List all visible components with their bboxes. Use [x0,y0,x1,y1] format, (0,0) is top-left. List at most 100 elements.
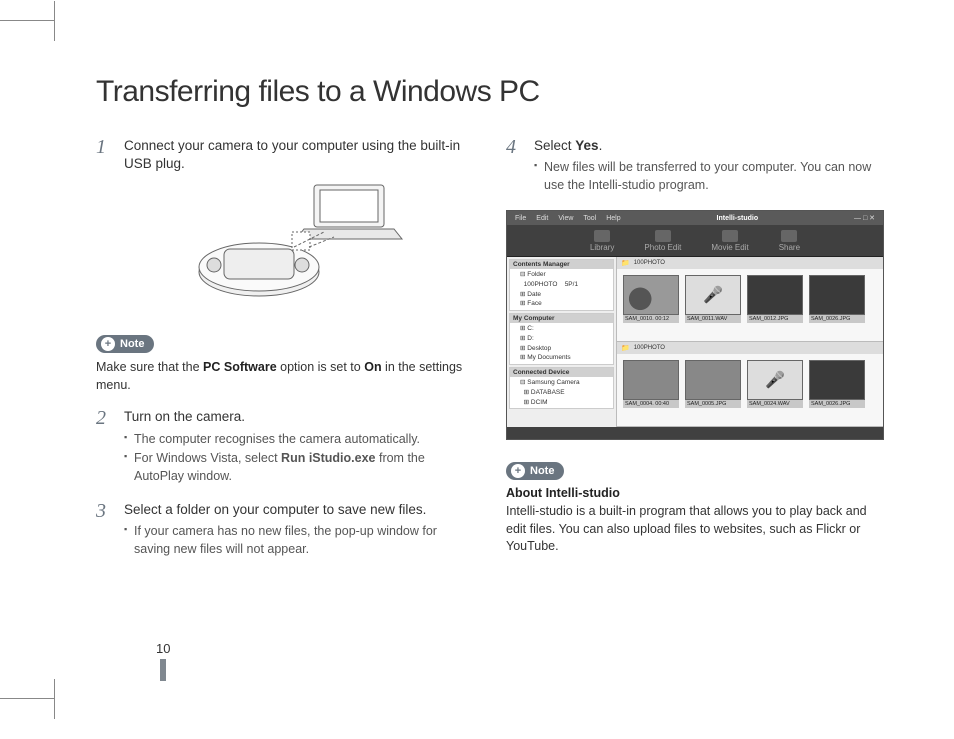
crop-mark-top-left [0,20,55,42]
step-1-text: Connect your camera to your computer usi… [124,137,474,173]
t: My Documents [527,354,570,361]
t: SAM_0005.JPG [685,400,741,408]
t: ⊞ C: ⊞ D: ⊞ Desktop ⊞ My Documents [510,323,613,364]
thumbnail: SAM_0005.JPG [685,360,741,420]
step-text: Connect your camera to your computer usi… [124,137,474,313]
menu-item: Help [606,215,620,222]
toolbar-share: Share [779,230,800,252]
menu-item: View [558,215,573,222]
app-footer [507,427,883,439]
t: SAM_0004. 00:40 [623,400,679,408]
toolbar-photo-edit: Photo Edit [644,230,681,252]
thumbnail: SAM_0011.WAV [685,275,741,335]
t: SAM_0024.WAV [747,400,803,408]
t: Movie Edit [711,243,748,252]
bullet: New files will be transferred to your co… [534,159,884,194]
menu-item: File [515,215,526,222]
step-2-bullets: The computer recognises the camera autom… [124,431,474,486]
step-2: 2 Turn on the camera. The computer recog… [96,408,474,487]
step-3-head: Select a folder on your computer to save… [124,501,474,519]
thumbnail: SAM_0012.JPG [747,275,803,335]
t: D: [527,335,534,342]
t: Run iStudio.exe [281,451,375,465]
note-label: Note [530,465,554,477]
step-4-bullets: New files will be transferred to your co… [534,159,884,194]
app-menubar: File Edit View Tool Help Intelli-studio … [507,211,883,225]
app-sidebar: Contents Manager ⊟ Folder 100PHOTO 5P/1 … [507,257,617,427]
t: Samsung Camera [527,379,579,386]
step-body: Select Yes. New files will be transferre… [534,137,884,196]
app-title: Intelli-studio [717,215,759,222]
t: PC Software [203,360,277,374]
note-label: Note [120,338,144,350]
t: SAM_0010. 00:12 [623,315,679,323]
two-column-layout: 1 Connect your camera to your computer u… [96,137,884,574]
note-badge: + Note [96,335,154,353]
page-number: 10 [156,641,170,681]
bullet: If your camera has no new files, the pop… [124,523,474,558]
step-3: 3 Select a folder on your computer to sa… [96,501,474,560]
t: Connected Device [510,368,613,377]
t: . [599,138,603,153]
crop-mark-bottom-left [0,698,55,699]
step-number: 2 [96,408,112,487]
sidebar-contents-manager: Contents Manager ⊟ Folder 100PHOTO 5P/1 … [509,259,614,311]
step-number: 4 [506,137,522,196]
toolbar-movie-edit: Movie Edit [711,230,748,252]
toolbar-library: Library [590,230,614,252]
t: Face [527,300,541,307]
t: SAM_0011.WAV [685,315,741,323]
plus-icon: + [101,337,115,351]
page-title: Transferring files to a Windows PC [96,75,884,109]
page-content: Transferring files to a Windows PC 1 Con… [96,75,884,699]
sidebar-my-computer: My Computer ⊞ C: ⊞ D: ⊞ Desktop ⊞ My Doc… [509,313,614,365]
thumbs-row: SAM_0010. 00:12 SAM_0011.WAV SAM_0012.JP… [617,269,883,341]
right-column: 4 Select Yes. New files will be transfer… [506,137,884,574]
menu-item: Edit [536,215,548,222]
pane-header: 100PHOTO [617,257,883,269]
t: My Computer [510,314,613,323]
t: Make sure that the [96,360,203,374]
bullet: The computer recognises the camera autom… [124,431,474,449]
camera-laptop-illustration [184,177,414,307]
step-3-bullets: If your camera has no new files, the pop… [124,523,474,558]
step-2-head: Turn on the camera. [124,408,474,426]
page-number-bar [160,659,166,681]
t: Select [534,138,575,153]
app-body: Contents Manager ⊟ Folder 100PHOTO 5P/1 … [507,257,883,427]
page-number-text: 10 [156,641,170,656]
t: 100PHOTO [524,281,558,288]
t: DCIM [531,399,548,406]
pane-header: 100PHOTO [617,342,883,354]
t: Library [590,243,614,252]
t: Photo Edit [644,243,681,252]
left-column: 1 Connect your camera to your computer u… [96,137,474,574]
note-text-1: Make sure that the PC Software option is… [96,359,474,394]
step-1: 1 Connect your camera to your computer u… [96,137,474,313]
t: SAM_0026.JPG [809,315,865,323]
t: SAM_0012.JPG [747,315,803,323]
t: Contents Manager [510,260,613,269]
t: Date [527,291,541,298]
t: ⊟ Samsung Camera ⊞ DATABASE ⊞ DCIM [510,377,613,408]
thumbnail: SAM_0004. 00:40 [623,360,679,420]
thumbnail: SAM_0010. 00:12 [623,275,679,335]
step-4: 4 Select Yes. New files will be transfer… [506,137,884,196]
thumbnail: SAM_0026.JPG [809,360,865,420]
about-text: Intelli-studio is a built-in program tha… [506,503,884,556]
step-number: 1 [96,137,112,313]
t: For Windows Vista, select [134,451,281,465]
app-toolbar: Library Photo Edit Movie Edit Share [507,225,883,257]
t: Desktop [527,345,551,352]
t: option is set to [277,360,365,374]
t: Folder [527,271,545,278]
about-heading: About Intelli-studio [506,486,884,500]
intelli-studio-screenshot: File Edit View Tool Help Intelli-studio … [506,210,884,440]
thumbnail: SAM_0024.WAV [747,360,803,420]
t: C: [527,325,534,332]
t: DATABASE [531,389,565,396]
step-body: Select a folder on your computer to save… [124,501,474,560]
step-body: Turn on the camera. The computer recogni… [124,408,474,487]
pane-top: 100PHOTO SAM_0010. 00:12 SAM_0011.WAV SA… [617,257,883,342]
step-number: 3 [96,501,112,560]
